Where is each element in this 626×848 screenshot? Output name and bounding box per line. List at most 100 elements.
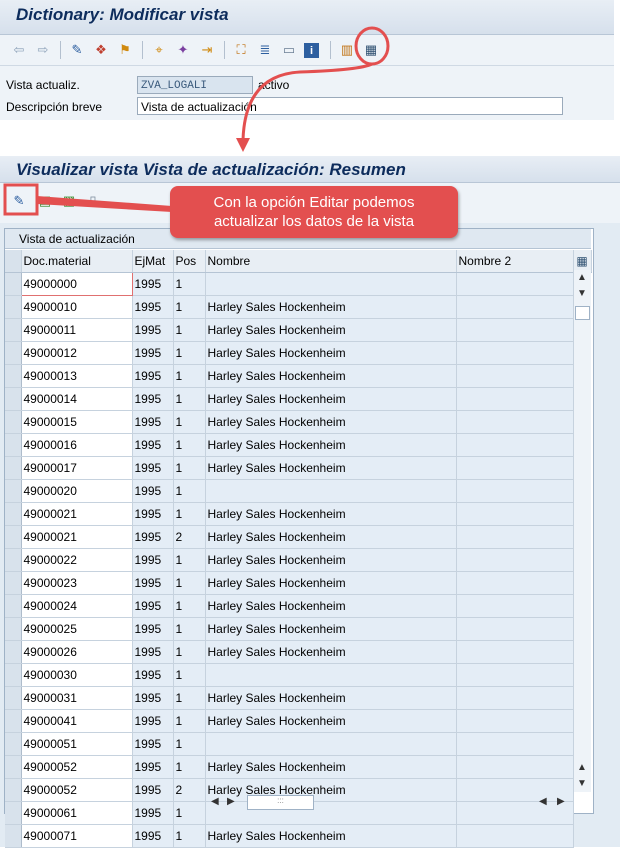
- table-cell[interactable]: [456, 456, 574, 480]
- tech-settings-icon[interactable]: ≣: [256, 41, 274, 59]
- table-cell[interactable]: Harley Sales Hockenheim: [205, 364, 457, 388]
- table-cell[interactable]: 1: [173, 341, 206, 365]
- display-change-icon[interactable]: ✎: [68, 41, 86, 59]
- table-cell[interactable]: Harley Sales Hockenheim: [205, 341, 457, 365]
- table-cell[interactable]: 1: [173, 594, 206, 618]
- table-cell[interactable]: 49000014: [21, 387, 133, 411]
- table-row[interactable]: 49000052 1995 1 Harley Sales Hockenheim: [5, 755, 591, 779]
- table-cell[interactable]: [205, 272, 457, 296]
- table-row[interactable]: 49000014 1995 1 Harley Sales Hockenheim: [5, 387, 591, 411]
- table-cell[interactable]: Harley Sales Hockenheim: [205, 594, 457, 618]
- table-cell[interactable]: 1: [173, 295, 206, 319]
- table-cell[interactable]: [456, 410, 574, 434]
- table-cell[interactable]: 1995: [132, 410, 174, 434]
- scroll-right-icon[interactable]: ▶: [227, 796, 235, 807]
- table-cell[interactable]: Harley Sales Hockenheim: [205, 295, 457, 319]
- column-header[interactable]: Nombre 2: [456, 250, 574, 273]
- row-selector[interactable]: [5, 824, 22, 848]
- table-cell[interactable]: [456, 318, 574, 342]
- table-cell[interactable]: 1: [173, 502, 206, 526]
- table-cell[interactable]: 1: [173, 364, 206, 388]
- table-cell[interactable]: [456, 341, 574, 365]
- row-selector[interactable]: [5, 341, 22, 365]
- select-block-icon[interactable]: ▧: [60, 192, 78, 210]
- table-cell[interactable]: 1: [173, 433, 206, 457]
- table-cell[interactable]: 1: [173, 824, 206, 848]
- table-row[interactable]: 49000015 1995 1 Harley Sales Hockenheim: [5, 410, 591, 434]
- table-cell[interactable]: 49000025: [21, 617, 133, 641]
- table-cell[interactable]: 49000026: [21, 640, 133, 664]
- row-selector[interactable]: [5, 410, 22, 434]
- table-row[interactable]: 49000031 1995 1 Harley Sales Hockenheim: [5, 686, 591, 710]
- table-cell[interactable]: 49000031: [21, 686, 133, 710]
- table-row[interactable]: 49000016 1995 1 Harley Sales Hockenheim: [5, 433, 591, 457]
- table-cell[interactable]: [456, 617, 574, 641]
- scroll-up-icon[interactable]: ▲: [577, 762, 587, 773]
- table-cell[interactable]: 1995: [132, 686, 174, 710]
- column-header[interactable]: EjMat: [132, 250, 174, 273]
- table-cell[interactable]: 49000010: [21, 295, 133, 319]
- table-cell[interactable]: 1995: [132, 502, 174, 526]
- table-cell[interactable]: [456, 732, 574, 756]
- table-cell[interactable]: [456, 594, 574, 618]
- table-cell[interactable]: 1: [173, 272, 206, 296]
- table-cell[interactable]: 49000030: [21, 663, 133, 687]
- table-cell[interactable]: [456, 686, 574, 710]
- table-fields-icon[interactable]: ▥: [338, 41, 356, 59]
- column-header[interactable]: Pos: [173, 250, 206, 273]
- table-row[interactable]: 49000012 1995 1 Harley Sales Hockenheim: [5, 341, 591, 365]
- table-cell[interactable]: Harley Sales Hockenheim: [205, 525, 457, 549]
- row-selector[interactable]: [5, 364, 22, 388]
- table-cell[interactable]: 1995: [132, 433, 174, 457]
- table-row[interactable]: 49000051 1995 1: [5, 732, 591, 756]
- table-row[interactable]: 49000021 1995 1 Harley Sales Hockenheim: [5, 502, 591, 526]
- table-cell[interactable]: Harley Sales Hockenheim: [205, 571, 457, 595]
- table-cell[interactable]: 1995: [132, 824, 174, 848]
- table-cell[interactable]: 1995: [132, 272, 174, 296]
- hscroll-thumb[interactable]: :::: [247, 795, 314, 810]
- table-cell[interactable]: 49000041: [21, 709, 133, 733]
- horizontal-scrollbar[interactable]: ◀ ▶ ::: ◀ ▶: [205, 793, 573, 811]
- table-cell[interactable]: [456, 479, 574, 503]
- table-cell[interactable]: 1: [173, 387, 206, 411]
- table-row[interactable]: 49000022 1995 1 Harley Sales Hockenheim: [5, 548, 591, 572]
- row-selector[interactable]: [5, 778, 22, 802]
- object-list-icon[interactable]: ✦: [174, 41, 192, 59]
- row-selector[interactable]: [5, 617, 22, 641]
- table-row[interactable]: 49000010 1995 1 Harley Sales Hockenheim: [5, 295, 591, 319]
- table-cell[interactable]: 49000016: [21, 433, 133, 457]
- table-cell[interactable]: 1995: [132, 479, 174, 503]
- table-cell[interactable]: 49000015: [21, 410, 133, 434]
- table-row[interactable]: 49000020 1995 1: [5, 479, 591, 503]
- table-cell[interactable]: 1995: [132, 640, 174, 664]
- table-cell[interactable]: [456, 502, 574, 526]
- table-cell[interactable]: [456, 571, 574, 595]
- table-cell[interactable]: Harley Sales Hockenheim: [205, 548, 457, 572]
- table-row[interactable]: 49000025 1995 1 Harley Sales Hockenheim: [5, 617, 591, 641]
- table-cell[interactable]: 49000021: [21, 502, 133, 526]
- table-row[interactable]: 49000011 1995 1 Harley Sales Hockenheim: [5, 318, 591, 342]
- row-selector[interactable]: [5, 663, 22, 687]
- scroll-down-icon[interactable]: ▼: [577, 288, 587, 299]
- table-cell[interactable]: 1: [173, 755, 206, 779]
- scroll-up-icon[interactable]: ▲: [577, 272, 587, 283]
- table-cell[interactable]: 49000013: [21, 364, 133, 388]
- table-cell[interactable]: 1995: [132, 663, 174, 687]
- table-row[interactable]: 49000071 1995 1 Harley Sales Hockenheim: [5, 824, 591, 848]
- row-selector[interactable]: [5, 801, 22, 825]
- table-cell[interactable]: 1995: [132, 456, 174, 480]
- table-cell[interactable]: Harley Sales Hockenheim: [205, 824, 457, 848]
- forward-icon[interactable]: ⇨: [34, 41, 52, 59]
- table-cell[interactable]: 49000023: [21, 571, 133, 595]
- table-cell[interactable]: 2: [173, 778, 206, 802]
- row-selector[interactable]: [5, 387, 22, 411]
- row-selector[interactable]: [5, 525, 22, 549]
- table-cell[interactable]: 49000052: [21, 755, 133, 779]
- row-selector[interactable]: [5, 732, 22, 756]
- edit-icon[interactable]: ✎: [10, 192, 28, 210]
- table-cell[interactable]: 49000020: [21, 479, 133, 503]
- scroll-down-icon[interactable]: ▼: [577, 778, 587, 789]
- row-selector[interactable]: [5, 318, 22, 342]
- table-cell[interactable]: 1: [173, 479, 206, 503]
- hierarchy-icon[interactable]: ⛶: [232, 41, 250, 59]
